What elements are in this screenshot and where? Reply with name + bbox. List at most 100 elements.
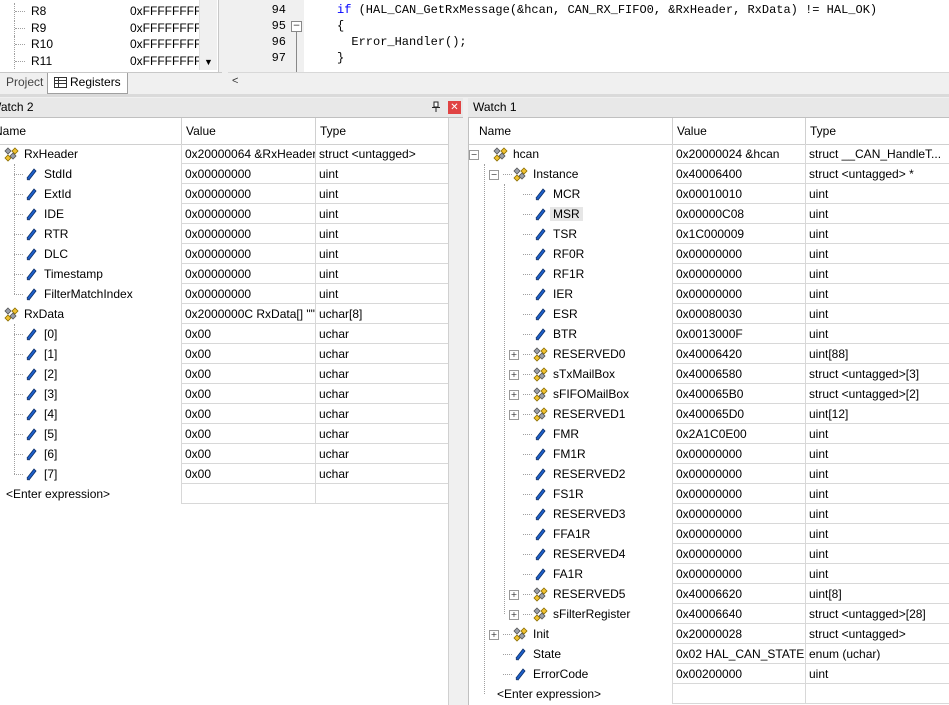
watch-row[interactable]: RxData 0x2000000C RxData[] "" uchar[8] <box>0 304 448 324</box>
code-line[interactable]: if (HAL_CAN_GetRxMessage(&hcan, CAN_RX_F… <box>337 3 877 17</box>
close-icon[interactable]: ✕ <box>448 101 461 114</box>
watch-row[interactable]: [2] 0x00 uchar <box>0 364 448 384</box>
watch-row[interactable]: RF0R 0x00000000 uint <box>469 244 949 264</box>
watch-row[interactable]: [4] 0x00 uchar <box>0 404 448 424</box>
watch-row[interactable]: FA1R 0x00000000 uint <box>469 564 949 584</box>
registers-scrollbar[interactable]: ▼ <box>199 0 217 70</box>
watch-value-cell[interactable]: 0x400065D0 <box>672 404 805 424</box>
pin-icon[interactable] <box>431 98 441 120</box>
watch-value-cell[interactable]: 0x00 <box>181 324 315 344</box>
watch-value-cell[interactable]: 0x00 <box>181 424 315 444</box>
code-line[interactable]: { <box>337 19 344 33</box>
watch-value-cell[interactable]: 0x00000000 <box>672 264 805 284</box>
watch-value-cell[interactable]: 0x00 <box>181 384 315 404</box>
watch-value-cell[interactable]: 0x00 <box>181 404 315 424</box>
watch-row[interactable]: + RESERVED1 0x400065D0 uint[12] <box>469 404 949 424</box>
expand-icon[interactable]: + <box>509 410 519 420</box>
register-row[interactable]: R11 0xFFFFFFFF <box>0 52 218 69</box>
watch-row[interactable]: FilterMatchIndex 0x00000000 uint <box>0 284 448 304</box>
watch-row[interactable]: IER 0x00000000 uint <box>469 284 949 304</box>
watch-value-cell[interactable]: 0x2A1C0E00 <box>672 424 805 444</box>
scroll-down-icon[interactable]: ▼ <box>203 57 214 68</box>
watch-row[interactable]: RxHeader 0x20000064 &RxHeader struct <unta… <box>0 144 448 164</box>
scroll-left-icon[interactable]: < <box>232 75 238 87</box>
watch-row[interactable]: BTR 0x0013000F uint <box>469 324 949 344</box>
watch-row[interactable]: [6] 0x00 uchar <box>0 444 448 464</box>
watch-value-cell[interactable]: 0x00 <box>181 464 315 484</box>
enter-expression-input[interactable]: <Enter expression> <box>6 484 110 504</box>
watch-value-cell[interactable]: 0x00080030 <box>672 304 805 324</box>
watch-value-cell[interactable]: 0x00000000 <box>181 164 315 184</box>
expand-icon[interactable]: + <box>509 590 519 600</box>
watch-value-cell[interactable]: 0x00000000 <box>672 564 805 584</box>
watch-value-cell[interactable]: 0x20000028 <box>672 624 805 644</box>
watch-value-cell[interactable]: 0x400065B0 <box>672 384 805 404</box>
watch-row[interactable]: ErrorCode 0x00200000 uint <box>469 664 949 684</box>
column-type[interactable]: Type <box>805 118 836 144</box>
expand-icon[interactable]: + <box>509 350 519 360</box>
watch-row[interactable]: ExtId 0x00000000 uint <box>0 184 448 204</box>
code-line[interactable]: } <box>337 51 344 65</box>
watch-row[interactable]: RF1R 0x00000000 uint <box>469 264 949 284</box>
watch-row[interactable]: RESERVED3 0x00000000 uint <box>469 504 949 524</box>
watch-value-cell[interactable]: 0x00000000 <box>181 204 315 224</box>
watch-value-cell[interactable]: 0x00 <box>181 344 315 364</box>
column-name[interactable]: Name <box>475 118 511 144</box>
watch-value-cell[interactable]: 0x1C000009 <box>672 224 805 244</box>
watch-value-cell[interactable]: 0x00000000 <box>181 264 315 284</box>
watch-row[interactable]: FFA1R 0x00000000 uint <box>469 524 949 544</box>
register-row[interactable]: R8 0xFFFFFFFF <box>0 3 218 19</box>
watch-row[interactable]: [7] 0x00 uchar <box>0 464 448 484</box>
column-value[interactable]: Value <box>181 118 216 144</box>
watch-row[interactable]: IDE 0x00000000 uint <box>0 204 448 224</box>
expand-icon[interactable]: + <box>509 610 519 620</box>
watch-value-cell[interactable]: 0x00000000 <box>672 444 805 464</box>
watch-value-cell[interactable]: 0x00000000 <box>672 484 805 504</box>
watch-value-cell[interactable]: 0x00000000 <box>181 244 315 264</box>
watch-value-cell[interactable]: 0x00010010 <box>672 184 805 204</box>
column-name[interactable]: Name <box>0 118 26 144</box>
watch-row[interactable]: − hcan 0x20000024 &hcan struct __CAN_Handle… <box>469 144 949 164</box>
watch-row[interactable]: [5] 0x00 uchar <box>0 424 448 444</box>
watch-value-cell[interactable]: 0x00000000 <box>672 504 805 524</box>
register-value[interactable]: 0xFFFFFFFF <box>130 21 201 35</box>
register-row[interactable]: R9 0xFFFFFFFF <box>0 19 218 36</box>
tab-registers[interactable]: Registers <box>47 73 128 94</box>
watch-row[interactable]: + sTxMailBox 0x40006580 struct <untagged>[3… <box>469 364 949 384</box>
watch-value-cell[interactable]: 0x20000064 &RxHeader <box>181 144 315 164</box>
pane-splitter[interactable] <box>0 94 949 97</box>
collapse-icon[interactable]: − <box>469 150 479 160</box>
watch-value-cell[interactable]: 0x00000000 <box>672 544 805 564</box>
watch-value-cell[interactable]: 0x00000000 <box>181 284 315 304</box>
watch-row[interactable]: DLC 0x00000000 uint <box>0 244 448 264</box>
watch-row[interactable]: FM1R 0x00000000 uint <box>469 444 949 464</box>
watch-value-cell[interactable]: 0x00 <box>181 364 315 384</box>
watch-row[interactable]: + Init 0x20000028 struct <untagged> <box>469 624 949 644</box>
watch-value-cell[interactable]: 0x40006640 <box>672 604 805 624</box>
watch-value-cell[interactable]: 0x02 HAL_CAN_STATE... <box>672 644 805 664</box>
collapse-icon[interactable]: − <box>489 170 499 180</box>
watch-row[interactable]: + sFIFOMailBox 0x400065B0 struct <untagged>… <box>469 384 949 404</box>
watch-value-cell[interactable]: 0x00000000 <box>672 284 805 304</box>
code-line[interactable]: Error_Handler(); <box>337 35 466 49</box>
watch-value-cell[interactable]: 0x00000000 <box>672 464 805 484</box>
register-value[interactable]: 0xFFFFFFFF <box>130 54 201 68</box>
register-value[interactable]: 0xFFFFFFFF <box>130 4 201 18</box>
register-row[interactable]: R10 0xFFFFFFFF <box>0 36 218 52</box>
watch-row[interactable]: RESERVED4 0x00000000 uint <box>469 544 949 564</box>
watch-row[interactable]: MCR 0x00010010 uint <box>469 184 949 204</box>
watch-row[interactable]: Timestamp 0x00000000 uint <box>0 264 448 284</box>
watch-value-cell[interactable]: 0x00000C08 <box>672 204 805 224</box>
watch-row[interactable]: [3] 0x00 uchar <box>0 384 448 404</box>
column-value[interactable]: Value <box>672 118 707 144</box>
watch-row[interactable]: + RESERVED0 0x40006420 uint[88] <box>469 344 949 364</box>
watch-row[interactable]: + sFilterRegister 0x40006640 struct <untagg… <box>469 604 949 624</box>
watch-row[interactable]: [0] 0x00 uchar <box>0 324 448 344</box>
watch-value-cell[interactable]: 0x0013000F <box>672 324 805 344</box>
fold-collapse-icon[interactable]: − <box>291 21 302 32</box>
watch-value-cell[interactable]: 0x40006420 <box>672 344 805 364</box>
watch-value-cell[interactable]: 0x00000000 <box>181 184 315 204</box>
expand-icon[interactable]: + <box>509 390 519 400</box>
watch-value-cell[interactable]: 0x00000000 <box>672 244 805 264</box>
watch-row[interactable]: ESR 0x00080030 uint <box>469 304 949 324</box>
